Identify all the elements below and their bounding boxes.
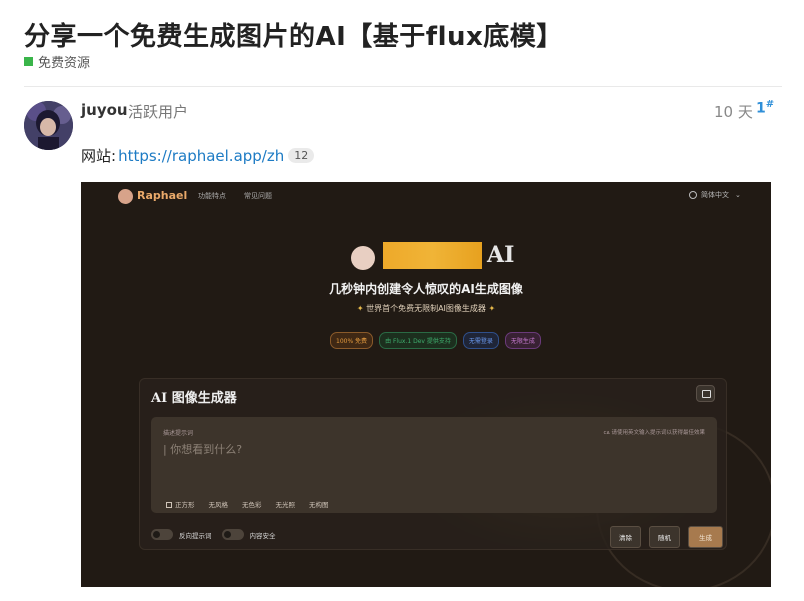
option-square: 正方形 xyxy=(166,499,195,509)
nav-link-faq: 常见问题 xyxy=(244,192,272,200)
image-icon xyxy=(696,385,715,402)
hero-subtitle: 几秒钟内创建令人惊叹的AI生成图像 xyxy=(329,282,523,296)
site-link[interactable]: https://raphael.app/zh xyxy=(118,147,284,165)
chevron-down-icon: ⌄ xyxy=(735,191,741,199)
generator-card: AI 图像生成器 描述提示词 ᴄᴀ 请使用英文输入提示词以获得最佳效果 | 你想… xyxy=(139,378,727,550)
topic-title: 分享一个免费生成图片的AI【基于flux底模】 xyxy=(24,22,563,52)
prompt-placeholder: | 你想看到什么? xyxy=(163,443,243,456)
feature-badges: 100% 免费 由 Flux.1 Dev 提供支持 无需登录 无限生成 xyxy=(330,332,541,349)
username[interactable]: juyou xyxy=(81,101,128,119)
hero-ai-text: AI xyxy=(487,242,515,268)
sparkle-icon: ✦ xyxy=(485,304,496,313)
avatar[interactable] xyxy=(24,101,73,150)
language-selector: 简体中文 ⌄ xyxy=(689,190,741,200)
generate-button: 生成 xyxy=(688,526,723,548)
hero-tagline: ✦ 世界首个免费无限制AI图像生成器 ✦ xyxy=(81,303,771,314)
content-safety-label: 内容安全 xyxy=(249,531,276,540)
raphael-logo-icon xyxy=(118,189,133,204)
negative-prompt-toggle xyxy=(151,529,173,540)
embedded-screenshot[interactable]: Raphael 功能特点 常见问题 简体中文 ⌄ AI 几秒钟内创建令人惊叹的A… xyxy=(81,182,771,587)
negative-prompt-label: 反向提示词 xyxy=(179,531,212,540)
badge-no-login: 无需登录 xyxy=(462,332,499,349)
option-no-lighting: 无光照 xyxy=(275,501,296,509)
prompt-placeholder-text: 你想看到什么? xyxy=(170,443,243,456)
prompt-hint-text: 请使用英文输入提示词以获得最佳效果 xyxy=(611,430,705,436)
prompt-input: 描述提示词 ᴄᴀ 请使用英文输入提示词以获得最佳效果 | 你想看到什么? 正方形… xyxy=(151,417,717,513)
raphael-brand: Raphael xyxy=(137,189,188,202)
hero-logo-icon xyxy=(351,246,375,270)
action-buttons: 清除 随机 生成 xyxy=(610,526,723,548)
category-color-square xyxy=(24,57,33,66)
hero-tagline-text: 世界首个免费无限制AI图像生成器 xyxy=(366,304,486,313)
prompt-hint: ᴄᴀ 请使用英文输入提示词以获得最佳效果 xyxy=(603,428,705,436)
user-title: 活跃用户 xyxy=(128,103,189,121)
badge-unlimited: 无限生成 xyxy=(504,332,541,349)
badge-flux: 由 Flux.1 Dev 提供支持 xyxy=(379,332,457,349)
hero-redacted-bar xyxy=(383,242,482,269)
prompt-options: 正方形 无风格 无色彩 无光照 无构图 xyxy=(166,499,329,509)
prompt-label: 描述提示词 xyxy=(163,430,194,437)
embedded-navbar: Raphael 功能特点 常见问题 简体中文 ⌄ xyxy=(81,182,771,210)
sparkle-icon: ✦ xyxy=(356,304,367,313)
language-label: 简体中文 xyxy=(701,191,729,199)
link-click-count: 12 xyxy=(288,148,315,163)
option-no-style: 无风格 xyxy=(208,501,229,509)
option-square-label: 正方形 xyxy=(175,501,195,509)
option-no-color: 无色彩 xyxy=(242,501,262,509)
site-line: 网站: https://raphael.app/zh 12 xyxy=(81,145,315,166)
post-time[interactable]: 10 天 xyxy=(714,101,753,122)
toggles: 反向提示词 内容安全 xyxy=(151,529,276,540)
badge-free: 100% 免费 xyxy=(330,332,374,349)
divider xyxy=(24,86,782,87)
checkbox-icon xyxy=(166,502,172,508)
post-number-hash: # xyxy=(765,99,775,110)
clear-button: 清除 xyxy=(610,526,641,548)
content-safety-toggle xyxy=(221,529,244,540)
nav-link-features: 功能特点 xyxy=(198,192,226,200)
avatar-image xyxy=(24,101,73,150)
random-button: 随机 xyxy=(649,526,680,548)
category-label: 免费资源 xyxy=(38,56,91,71)
globe-icon xyxy=(689,191,697,199)
post-number-value: 1 xyxy=(756,100,766,117)
site-label: 网站: xyxy=(81,147,117,165)
category-badge[interactable]: 免费资源 xyxy=(24,52,90,71)
card-title: AI 图像生成器 xyxy=(151,391,237,406)
option-no-composition: 无构图 xyxy=(309,501,329,509)
post-number[interactable]: 1# xyxy=(756,99,774,117)
